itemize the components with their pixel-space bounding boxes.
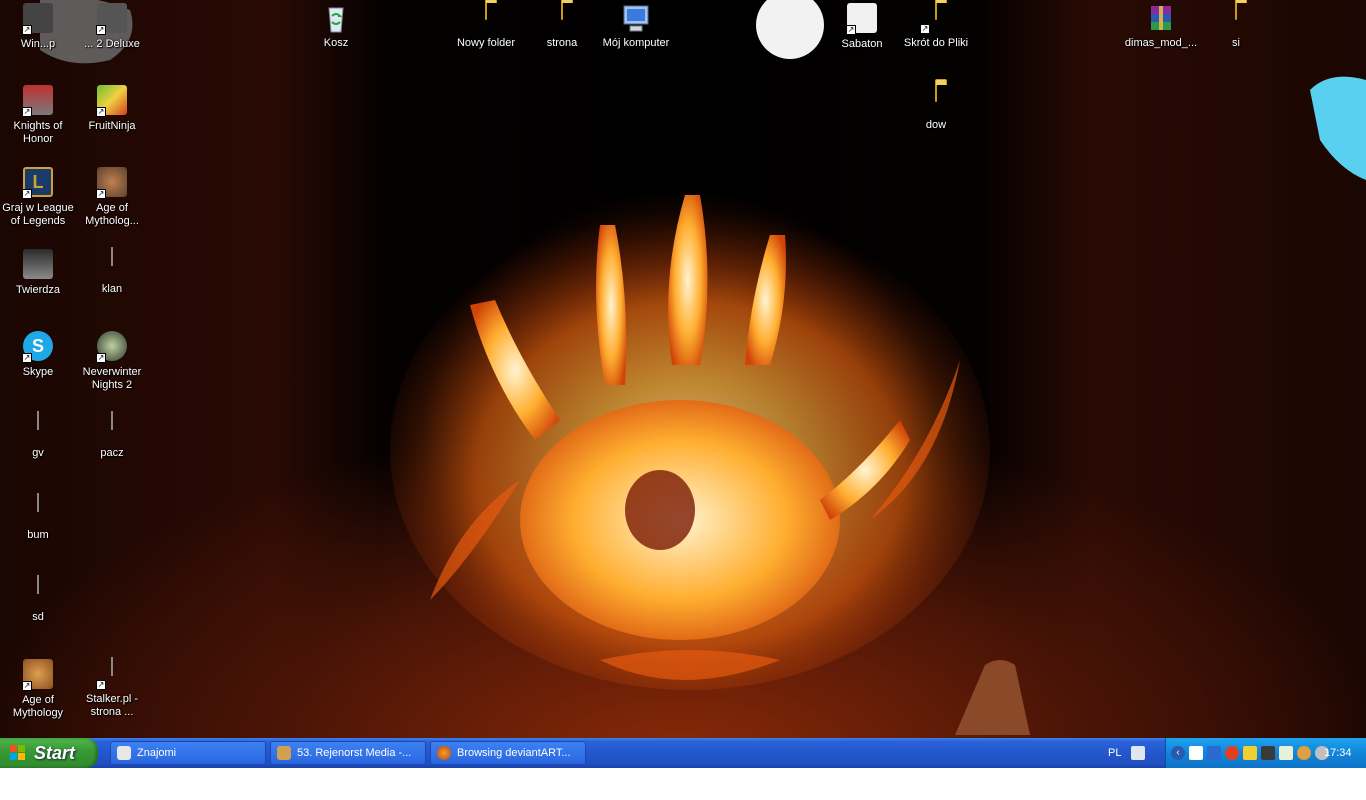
sheep-mascot: [756, 0, 824, 59]
text-document-icon: [96, 247, 128, 280]
folder-icon: [920, 83, 952, 116]
desktop-icon-win[interactable]: ↗ Win...p: [0, 2, 76, 51]
winamp-icon: [277, 746, 291, 760]
windows-logo-icon: [10, 745, 25, 760]
skype-icon: S ↗: [22, 331, 54, 363]
desktop[interactable]: ↗ Win...p ↗ ... 2 Deluxe Kosz Nowy folde…: [0, 0, 1366, 738]
desktop-icon-aom-mytholog[interactable]: ↗ Age of Mytholog...: [74, 166, 150, 228]
heavy-mascot: [955, 660, 1030, 735]
folder-icon: [1220, 1, 1252, 34]
neverwinter-icon: ↗: [96, 331, 128, 363]
desktop-icon-skype[interactable]: S ↗ Skype: [0, 330, 76, 379]
steam-tray-icon[interactable]: [1261, 746, 1275, 760]
taskbar: Start Znajomi 53. Rejenorst Media -... B…: [0, 738, 1366, 768]
warning-tray-icon[interactable]: [1243, 746, 1257, 760]
language-indicator[interactable]: PL: [1108, 738, 1121, 768]
desktop-icon-nowy-folder[interactable]: Nowy folder: [448, 1, 524, 50]
desktop-icon-sd[interactable]: sd: [0, 575, 76, 624]
folder-icon: ↗: [920, 1, 952, 34]
text-document-icon: [22, 493, 54, 526]
folder-icon: [470, 1, 502, 34]
warrior-icon: ↗: [22, 659, 54, 691]
desktop-icon-si[interactable]: si: [1198, 1, 1274, 50]
desktop-icon-knights-of-honor[interactable]: ↗ Knights of Honor: [0, 84, 76, 146]
desktop-icon-pacz[interactable]: pacz: [74, 411, 150, 460]
media-tray-icon[interactable]: [1297, 746, 1311, 760]
desktop-icon-bum[interactable]: bum: [0, 493, 76, 542]
firefox-document-icon: ↗: [96, 657, 128, 690]
taskbar-button-znajomi[interactable]: Znajomi: [110, 741, 266, 765]
steam-icon: [117, 746, 131, 760]
castle-icon: [22, 249, 54, 281]
desktop-icon-fruitninja[interactable]: ↗ FruitNinja: [74, 84, 150, 133]
desktop-icon-twierdza[interactable]: Twierdza: [0, 248, 76, 297]
desktop-icon-moj-komputer[interactable]: Mój komputer: [598, 2, 674, 50]
image-file-icon: [22, 575, 54, 608]
desktop-icon-dow[interactable]: dow: [898, 83, 974, 132]
tray-icon[interactable]: [1279, 746, 1293, 760]
tray-expand-chevron-icon[interactable]: ‹: [1171, 746, 1185, 760]
app-icon: ↗: [846, 3, 878, 35]
knight-icon: ↗: [22, 85, 54, 117]
desktop-icon-league[interactable]: L ↗ Graj w League of Legends: [0, 166, 76, 228]
desktop-icon-stalker[interactable]: ↗ Stalker.pl - strona ...: [74, 657, 150, 719]
league-of-legends-icon: L ↗: [22, 167, 54, 199]
computer-icon: [620, 2, 652, 34]
antivirus-tray-icon[interactable]: [1225, 746, 1239, 760]
desktop-icon-kosz[interactable]: Kosz: [298, 2, 374, 50]
desktop-icon-gv[interactable]: gv: [0, 411, 76, 460]
paint-image-icon: [96, 411, 128, 444]
wallpaper-burning-hand: [40, 0, 1366, 735]
fruitninja-icon: ↗: [96, 85, 128, 117]
desktop-icon-skrot-do-pliki[interactable]: ↗ Skrót do Pliki: [898, 1, 974, 50]
desktop-icon-aom[interactable]: ↗ Age of Mythology: [0, 658, 76, 720]
taskbar-button-winamp[interactable]: 53. Rejenorst Media -...: [270, 741, 426, 765]
desktop-icon-klan[interactable]: klan: [74, 247, 150, 296]
warrior-icon: ↗: [96, 167, 128, 199]
network-tray-icon[interactable]: [1207, 746, 1221, 760]
keyboard-icon[interactable]: [1131, 746, 1145, 760]
start-button[interactable]: Start: [0, 738, 98, 768]
winrar-archive-icon: [1145, 2, 1177, 34]
clock[interactable]: 17:34: [1324, 738, 1352, 768]
recycle-bin-icon: [320, 2, 352, 34]
desktop-icon-deluxe[interactable]: ↗ ... 2 Deluxe: [74, 2, 150, 51]
folder-icon: [546, 1, 578, 34]
desktop-icon-strona[interactable]: strona: [524, 1, 600, 50]
text-document-icon: [22, 411, 54, 444]
desktop-icon-sabaton[interactable]: ↗ Sabaton: [824, 2, 900, 51]
app-icon: ↗: [96, 3, 128, 35]
firefox-icon: [437, 746, 451, 760]
desktop-icon-dimas-mod[interactable]: dimas_mod_...: [1123, 2, 1199, 50]
app-icon: ↗: [22, 3, 54, 35]
taskbar-button-firefox[interactable]: Browsing deviantART...: [430, 741, 586, 765]
ac-tray-icon[interactable]: [1189, 746, 1203, 760]
desktop-icon-nwn2[interactable]: ↗ Neverwinter Nights 2: [74, 330, 150, 392]
anime-mascot: [1310, 76, 1366, 180]
